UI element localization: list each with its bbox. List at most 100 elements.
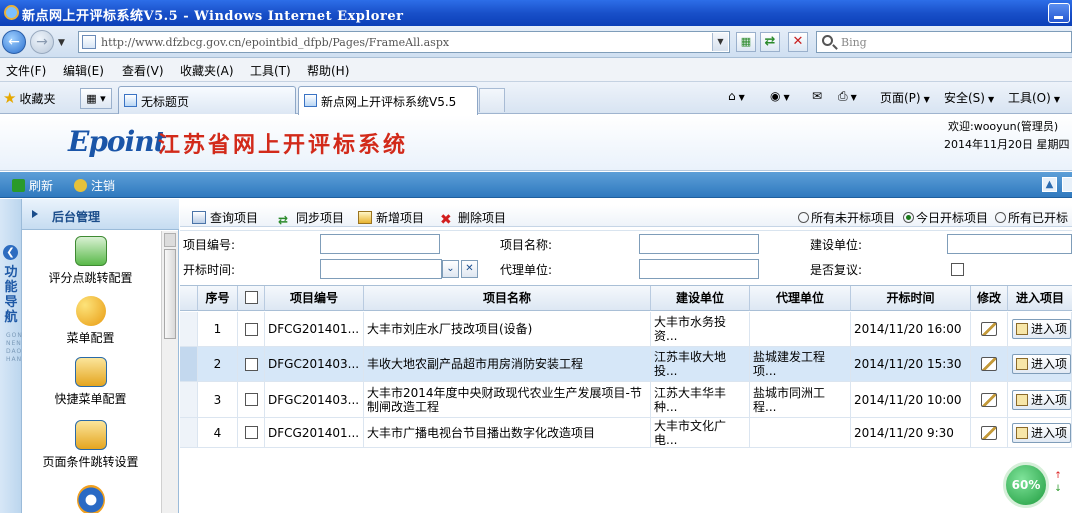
- row-edit-cell[interactable]: [971, 418, 1008, 448]
- collapse-header-button[interactable]: ▲: [1042, 177, 1057, 192]
- delete-project-button[interactable]: ✖ 删除项目: [440, 209, 506, 227]
- edit-icon[interactable]: [981, 425, 997, 440]
- sidebar-item-page-condition[interactable]: 页面条件跳转设置: [22, 420, 159, 470]
- enter-project-button[interactable]: 进入项: [1012, 422, 1071, 443]
- stop-icon[interactable]: ✕: [788, 32, 808, 52]
- table-row[interactable]: 3 DFGC201403... 大丰市2014年度中央财政现代农业生产发展项目-…: [180, 382, 1072, 418]
- col-header-build[interactable]: 建设单位: [651, 286, 750, 311]
- menu-edit[interactable]: 编辑(E): [63, 62, 104, 79]
- sidebar-item-more[interactable]: [22, 485, 159, 513]
- address-dropdown[interactable]: ▼: [712, 33, 728, 51]
- home-icon[interactable]: ⌂ ▼: [728, 89, 745, 103]
- date-dropdown-icon[interactable]: ⌄: [442, 260, 459, 278]
- row-checkbox[interactable]: [244, 393, 258, 406]
- refresh-button[interactable]: 刷新: [12, 177, 53, 194]
- tab-active[interactable]: 新点网上开评标系统V5.5: [298, 86, 478, 115]
- menu-tools[interactable]: 工具(T): [250, 62, 291, 79]
- sync-project-button[interactable]: ⇄ 同步项目: [278, 209, 344, 227]
- scroll-up-button[interactable]: [164, 233, 176, 247]
- sidebar-item-shortcut-menu[interactable]: 快捷菜单配置: [22, 357, 159, 407]
- open-time-input[interactable]: [320, 259, 442, 279]
- agent-unit-input[interactable]: [639, 259, 759, 279]
- row-code: DFGC201403...: [265, 382, 364, 418]
- menu-favorites[interactable]: 收藏夹(A): [180, 62, 234, 79]
- col-header-edit: 修改: [971, 286, 1008, 311]
- edit-icon[interactable]: [981, 322, 997, 336]
- recent-pages-dropdown[interactable]: ▼: [58, 38, 65, 48]
- project-no-input[interactable]: [320, 234, 440, 254]
- table-row[interactable]: 4 DFCG201401... 大丰市广播电视台节目播出数字化改造项目 大丰市文…: [180, 418, 1072, 448]
- recheck-label: 是否复议:: [810, 263, 863, 277]
- back-button[interactable]: ←: [2, 30, 26, 54]
- print-icon[interactable]: ⎙ ▼: [838, 89, 857, 104]
- side-panel-header[interactable]: 后台管理: [22, 199, 179, 230]
- feeds-icon[interactable]: ◉ ▼: [770, 89, 790, 103]
- favorites-button[interactable]: ★ 收藏夹: [3, 89, 55, 107]
- table-row[interactable]: 1 DFCG201401... 大丰市刘庄水厂技改项目(设备) 大丰市水务投资.…: [180, 312, 1072, 347]
- col-header-select[interactable]: [238, 286, 265, 311]
- project-name-input[interactable]: [639, 234, 759, 254]
- table-row[interactable]: 2 DFGC201403... 丰收大地农副产品超市用房消防安装工程 江苏丰收大…: [180, 347, 1072, 382]
- radio-today-open[interactable]: 今日开标项目: [903, 209, 988, 226]
- recheck-checkbox[interactable]: [951, 263, 964, 276]
- radio-all-opened[interactable]: 所有已开标: [995, 209, 1068, 226]
- tools-menu[interactable]: 工具(O) ▼: [1008, 89, 1060, 106]
- search-form: 项目编号: 项目名称: 建设单位: 开标时间: ⌄ ✕ 代理单位: 是否复议:: [180, 230, 1072, 282]
- row-checkbox[interactable]: [244, 426, 258, 439]
- tab-untitled[interactable]: 无标题页: [118, 86, 296, 114]
- row-enter-cell: 进入项: [1008, 418, 1072, 448]
- scroll-thumb[interactable]: [164, 249, 176, 339]
- col-header-agent[interactable]: 代理单位: [750, 286, 851, 311]
- menu-file[interactable]: 文件(F): [6, 62, 46, 79]
- row-checkbox[interactable]: [244, 322, 258, 336]
- sidebar-item-menu-config[interactable]: 菜单配置: [22, 296, 159, 346]
- row-checkbox[interactable]: [244, 357, 258, 371]
- quick-tabs-button[interactable]: ▦ ▾: [80, 88, 112, 109]
- row-edit-cell[interactable]: [971, 312, 1008, 347]
- row-name: 大丰市广播电视台节目播出数字化改造项目: [364, 418, 651, 448]
- refresh-icon[interactable]: ⇄: [760, 32, 780, 52]
- sidebar-item-score-jump[interactable]: 评分点跳转配置: [22, 236, 159, 286]
- page-icon: [304, 94, 317, 107]
- collapse-nav-icon[interactable]: ❮: [3, 245, 18, 260]
- col-header-name[interactable]: 项目名称: [364, 286, 651, 311]
- enter-project-button[interactable]: 进入项: [1012, 389, 1071, 410]
- radio-all-unopened[interactable]: 所有未开标项目: [798, 209, 895, 226]
- mail-icon[interactable]: ✉: [812, 89, 822, 103]
- row-checkbox-cell[interactable]: [238, 418, 265, 448]
- row-name: 大丰市刘庄水厂技改项目(设备): [364, 312, 651, 347]
- menu-view[interactable]: 查看(V): [122, 62, 164, 79]
- app-toolbar: 刷新 注销 ▲: [0, 172, 1072, 198]
- clear-date-icon[interactable]: ✕: [461, 260, 478, 278]
- enter-project-button[interactable]: 进入项: [1012, 319, 1071, 339]
- nav-strip: ❮ 功能导航 GONG NENG DAO HANG: [0, 199, 28, 513]
- build-unit-input[interactable]: [947, 234, 1072, 254]
- minimize-button[interactable]: [1048, 3, 1070, 23]
- edit-icon[interactable]: [981, 392, 997, 407]
- search-placeholder: Bing: [841, 36, 867, 49]
- fullscreen-button[interactable]: [1062, 177, 1072, 192]
- row-checkbox-cell[interactable]: [238, 347, 265, 382]
- row-no: 1: [198, 312, 238, 347]
- row-checkbox-cell[interactable]: [238, 382, 265, 418]
- address-bar[interactable]: http://www.dfzbcg.gov.cn/epointbid_dfpb/…: [78, 31, 730, 53]
- side-panel-scrollbar[interactable]: [161, 231, 178, 513]
- enter-project-button[interactable]: 进入项: [1012, 354, 1071, 374]
- query-project-button[interactable]: 查询项目: [192, 209, 258, 226]
- safety-menu[interactable]: 安全(S) ▼: [944, 89, 994, 106]
- add-project-button[interactable]: 新增项目: [358, 209, 424, 226]
- page-menu[interactable]: 页面(P) ▼: [880, 89, 930, 106]
- logout-button[interactable]: 注销: [74, 177, 115, 194]
- row-edit-cell[interactable]: [971, 382, 1008, 418]
- row-edit-cell[interactable]: [971, 347, 1008, 382]
- new-tab-button[interactable]: [479, 88, 505, 112]
- compatibility-view-icon[interactable]: ▦: [736, 32, 756, 52]
- search-box[interactable]: Bing: [816, 31, 1072, 53]
- select-all-checkbox[interactable]: [244, 291, 258, 304]
- col-header-code[interactable]: 项目编号: [265, 286, 364, 311]
- row-checkbox-cell[interactable]: [238, 312, 265, 347]
- edit-icon[interactable]: [981, 357, 997, 371]
- forward-button[interactable]: →: [30, 30, 54, 54]
- col-header-time[interactable]: 开标时间: [851, 286, 971, 311]
- menu-help[interactable]: 帮助(H): [307, 62, 349, 79]
